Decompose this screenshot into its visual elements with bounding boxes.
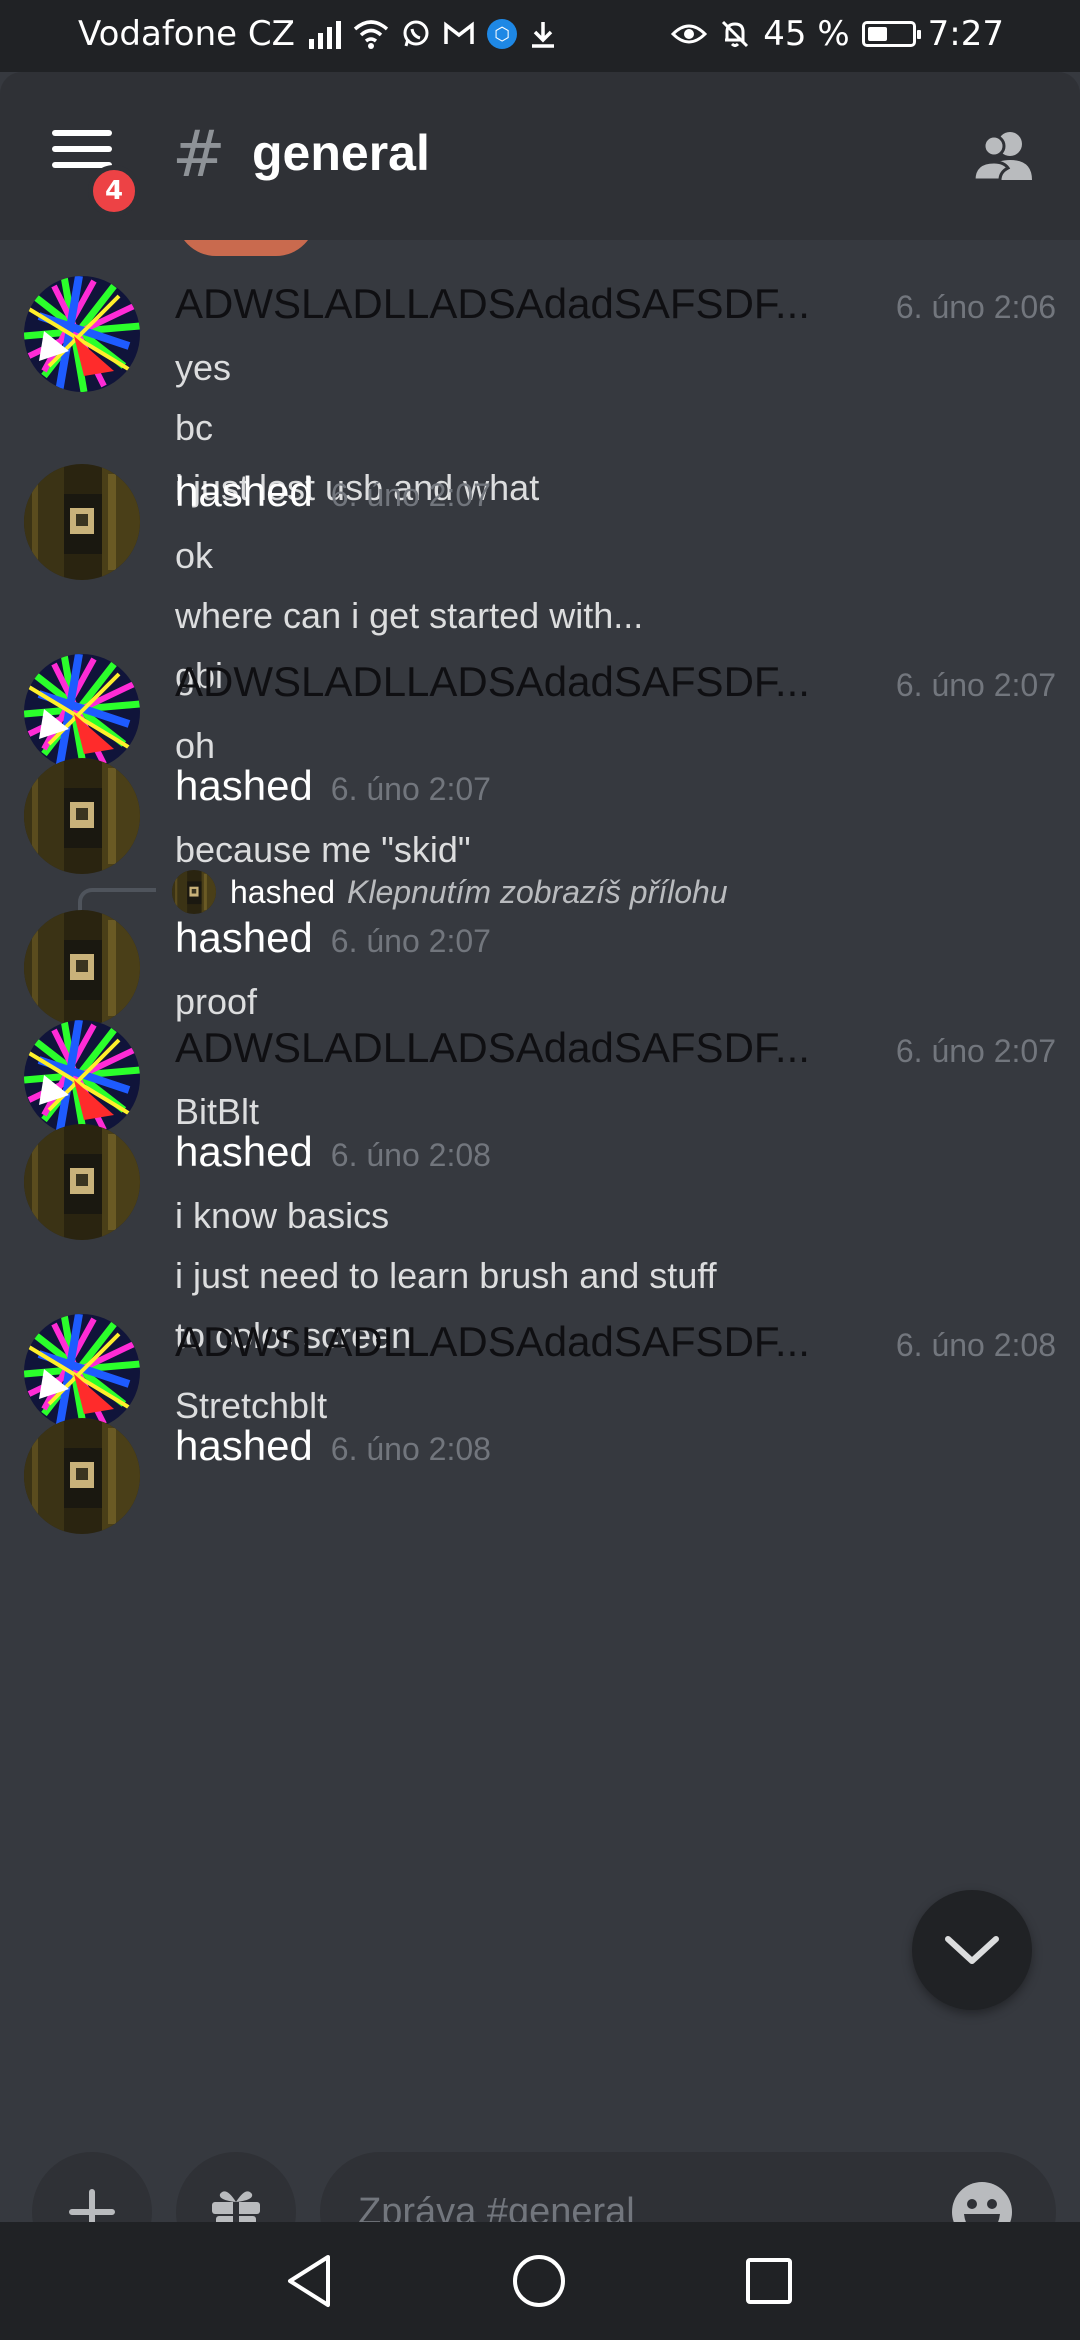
author-name[interactable]: ADWSLADLLADSAdadSAFSDF...	[175, 1024, 810, 1072]
unread-badge: 4	[88, 165, 140, 217]
user-avatar[interactable]	[24, 276, 140, 392]
system-navigation-bar	[0, 2222, 1080, 2340]
recents-button[interactable]	[734, 2246, 804, 2316]
message-input[interactable]	[320, 2152, 1056, 2222]
app-badge-icon: ⬡	[486, 19, 517, 49]
members-button[interactable]	[970, 122, 1040, 192]
wifi-icon	[353, 20, 389, 49]
reply-preview[interactable]: hashed Klepnutím zobrazíš přílohu	[172, 862, 728, 922]
gmail-icon	[444, 21, 474, 44]
user-avatar[interactable]	[24, 654, 140, 770]
message-header: ADWSLADLLADSAdadSAFSDF... 6. úno 2:06	[175, 280, 1056, 340]
reply-text: Klepnutím zobrazíš přílohu	[346, 873, 728, 910]
author-name[interactable]: ADWSLADLLADSAdadSAFSDF...	[175, 1318, 810, 1366]
timestamp: 6. úno 2:07	[895, 1033, 1056, 1069]
battery-percent: 45 %	[763, 14, 850, 54]
channel-header: 4 # general	[0, 72, 1080, 240]
author-name[interactable]: hashed	[175, 468, 313, 516]
battery-fill	[867, 27, 887, 41]
author-name[interactable]: ADWSLADLLADSAdadSAFSDF...	[175, 658, 810, 706]
message-header: hashed 6. úno 2:07	[175, 762, 1056, 822]
message-line: proof	[175, 981, 258, 1022]
author-name[interactable]: ADWSLADLLADSAdadSAFSDF...	[175, 280, 810, 328]
attach-button[interactable]	[32, 2152, 152, 2222]
members-icon	[972, 132, 1032, 182]
user-avatar[interactable]	[24, 1124, 140, 1240]
eye-comfort-icon	[671, 24, 708, 44]
message-line: i just need to learn brush and stuff	[175, 1255, 717, 1296]
home-button[interactable]	[504, 2246, 574, 2316]
gift-button[interactable]	[176, 2152, 296, 2222]
message-composer	[0, 2130, 1080, 2222]
previous-attachment[interactable]	[176, 240, 316, 256]
user-avatar[interactable]	[24, 910, 140, 1026]
clock: 7:27	[927, 14, 1004, 54]
emoji-icon	[952, 2182, 1012, 2222]
message-content: proof	[175, 972, 1056, 1032]
timestamp: 6. úno 2:06	[895, 289, 1056, 325]
author-name[interactable]: hashed	[175, 1422, 313, 1470]
author-name[interactable]: hashed	[175, 914, 313, 962]
message-line: bc	[175, 407, 214, 448]
recents-square-icon	[746, 2258, 792, 2304]
emoji-button[interactable]	[950, 2180, 1014, 2222]
author-name[interactable]: hashed	[175, 1128, 313, 1176]
signal-icon	[308, 19, 341, 49]
status-icons: ⬡	[308, 19, 557, 49]
whatsapp-icon	[403, 20, 429, 47]
timestamp: 6. úno 2:08	[330, 1137, 491, 1173]
chevron-down-icon	[945, 1936, 999, 1964]
timestamp: 6. úno 2:07	[330, 771, 491, 807]
timestamp: 6. úno 2:07	[895, 667, 1056, 703]
timestamp: 6. úno 2:07	[330, 477, 491, 513]
scroll-to-bottom-button[interactable]	[912, 1890, 1032, 2010]
message-line: i know basics	[175, 1195, 390, 1236]
message-header: hashed 6. úno 2:07	[175, 914, 1056, 974]
status-bar-left: Vodafone CZ ⬡	[78, 14, 557, 54]
back-button[interactable]	[274, 2246, 344, 2316]
message-header: ADWSLADLLADSAdadSAFSDF... 6. úno 2:07	[175, 1024, 1056, 1084]
channel-title[interactable]: general	[252, 124, 430, 182]
status-bar-right: 45 % 7:27	[671, 14, 1004, 54]
message-header: hashed 6. úno 2:08	[175, 1128, 1056, 1188]
user-avatar[interactable]	[24, 1314, 140, 1430]
home-circle-icon	[513, 2255, 565, 2307]
timestamp: 6. úno 2:08	[895, 1327, 1056, 1363]
timestamp: 6. úno 2:07	[330, 923, 491, 959]
author-name[interactable]: hashed	[175, 762, 313, 810]
carrier-label: Vodafone CZ	[78, 14, 295, 54]
reply-author: hashed	[230, 873, 335, 910]
battery-icon	[861, 21, 921, 47]
message-list[interactable]: ADWSLADLLADSAdadSAFSDF... 6. úno 2:06 ye…	[0, 240, 1080, 2130]
user-avatar[interactable]	[24, 464, 140, 580]
message-line: where can i get started with...	[175, 595, 644, 636]
plus-icon	[69, 2189, 115, 2222]
hamburger-line	[52, 130, 112, 136]
hamburger-line	[52, 146, 112, 152]
message-header: hashed 6. úno 2:07	[175, 468, 1056, 528]
channel-hash-icon: #	[172, 118, 226, 192]
reply-avatar	[172, 870, 216, 914]
user-avatar[interactable]	[24, 1418, 140, 1534]
app-frame: 4 # general ADWSLADLLADSAdadSAFSDF... 6.…	[0, 72, 1080, 2222]
message-line: ok	[175, 535, 214, 576]
message-header: ADWSLADLLADSAdadSAFSDF... 6. úno 2:07	[175, 658, 1056, 718]
timestamp: 6. úno 2:08	[330, 1431, 491, 1467]
download-icon	[531, 22, 554, 48]
user-avatar[interactable]	[24, 758, 140, 874]
back-triangle-icon	[288, 2255, 330, 2307]
gift-icon	[212, 2191, 260, 2222]
message-header: hashed 6. úno 2:08	[175, 1422, 1056, 1482]
message-header: ADWSLADLLADSAdadSAFSDF... 6. úno 2:08	[175, 1318, 1056, 1378]
user-avatar[interactable]	[24, 1020, 140, 1136]
notifications-off-icon	[722, 20, 749, 48]
status-bar: Vodafone CZ ⬡ 45 % 7:27	[0, 0, 1080, 72]
message-line: yes	[175, 347, 232, 388]
